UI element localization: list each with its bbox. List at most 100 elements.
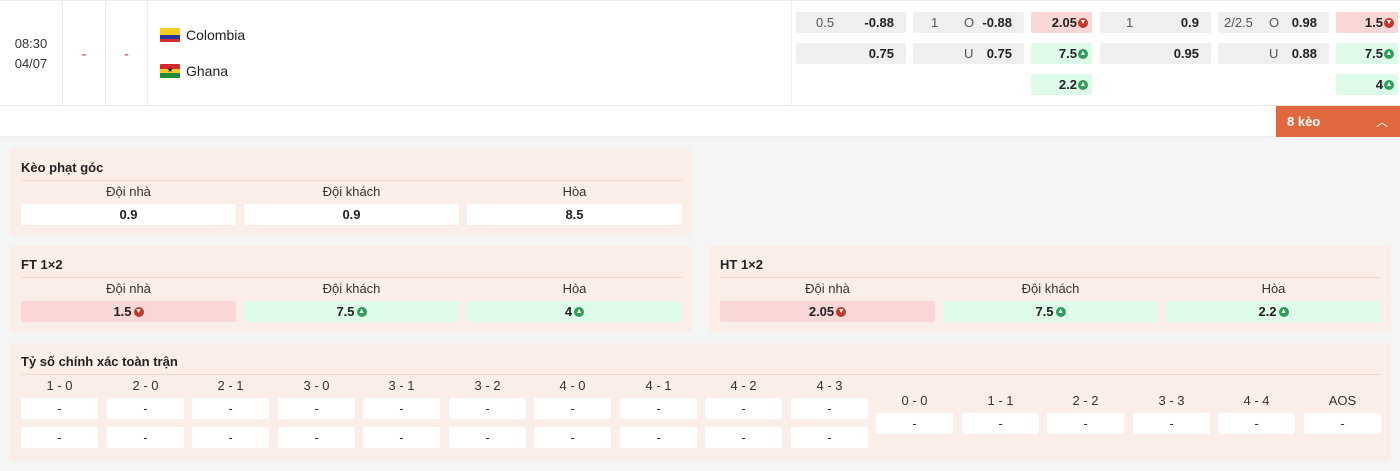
score-odds-cell[interactable]: - <box>1304 413 1381 434</box>
panel-divider <box>720 277 1381 278</box>
ht-under-label: U <box>1269 46 1279 61</box>
ft-1x2-panel: FT 1×2 Đội nhà Đội khách Hòa 1.5 ▼ 7.5 ▲ 4… <box>10 246 692 332</box>
ht-under-value: 0.88 <box>1291 46 1317 61</box>
ft-panel-home-odds[interactable]: 1.5 ▼ <box>21 301 236 322</box>
corner-header-draw: Hòa <box>562 184 587 199</box>
score-odds-cell[interactable]: - <box>705 427 782 448</box>
arrow-up-icon: ▲ <box>1384 48 1394 59</box>
score-odds-cell[interactable]: - <box>449 398 526 419</box>
score-odds-cell[interactable]: - <box>534 427 611 448</box>
ht-handicap-home-value: 0.9 <box>1180 15 1199 30</box>
panel-divider <box>21 180 682 181</box>
arrow-up-icon: ▲ <box>1078 48 1088 59</box>
ht-panel-draw-value: 2.2 <box>1258 304 1277 319</box>
score-odds-cell[interactable]: - <box>107 427 184 448</box>
score-odds-cell[interactable]: - <box>620 427 697 448</box>
score-odds-cell[interactable]: - <box>791 398 868 419</box>
ht-handicap-away-odds[interactable]: 0.95 <box>1100 43 1211 64</box>
ht-under-odds[interactable]: U 0.88 <box>1218 43 1329 64</box>
score-header: 3 - 3 <box>1158 393 1185 408</box>
odds-area: 0.5 -0.88 0.75 1 O -0.88 U 0.75 2.05 ▼ 7.… <box>792 1 1400 107</box>
ft-under-odds[interactable]: U 0.75 <box>913 43 1024 64</box>
ht-header-away: Đội khách <box>1021 281 1080 296</box>
ft-header-home: Đội nhà <box>106 281 151 296</box>
corner-draw-odds[interactable]: 8.5 <box>467 204 682 225</box>
arrow-up-icon: ▲ <box>1078 79 1088 90</box>
score-odds-cell[interactable]: - <box>21 427 98 448</box>
corner-draw-value: 8.5 <box>565 207 584 222</box>
corner-header-home: Đội nhà <box>106 184 151 199</box>
ft-1x2-draw-value: 2.2 <box>1058 77 1077 92</box>
score-odds-cell[interactable]: - <box>705 398 782 419</box>
ft-1x2-home-value: 2.05 <box>1051 15 1077 30</box>
corner-home-odds[interactable]: 0.9 <box>21 204 236 225</box>
score-odds-cell[interactable]: - <box>449 427 526 448</box>
score-odds-cell[interactable]: - <box>278 427 355 448</box>
ht-panel-draw-odds[interactable]: 2.2 ▲ <box>1166 301 1381 322</box>
ht-1x2-home-odds[interactable]: 1.5 ▼ <box>1336 12 1398 33</box>
ft-handicap-home-odds[interactable]: 0.5 -0.88 <box>796 12 906 33</box>
ht-over-value: 0.98 <box>1291 15 1317 30</box>
ft-handicap-away-odds[interactable]: 0.75 <box>796 43 906 64</box>
ht-header-home: Đội nhà <box>805 281 850 296</box>
ht-over-odds[interactable]: 2/2.5 O 0.98 <box>1218 12 1329 33</box>
ft-over-label: O <box>964 15 975 30</box>
arrow-down-icon: ▼ <box>1078 17 1088 28</box>
score-odds-cell[interactable]: - <box>1133 413 1210 434</box>
ft-1x2-home-odds[interactable]: 2.05 ▼ <box>1031 12 1092 33</box>
score-odds-cell[interactable]: - <box>363 427 440 448</box>
panel-divider <box>21 374 1381 375</box>
corner-odds-panel: Kèo phạt góc Đội nhà Đội khách Hòa 0.9 0… <box>10 149 692 235</box>
score-odds-cell[interactable]: - <box>278 398 355 419</box>
expand-bar: 8 kèo ︿ <box>0 106 1400 137</box>
ht-ou-line: 2/2.5 <box>1224 15 1253 30</box>
home-team[interactable]: Colombia <box>160 27 245 43</box>
ht-panel-away-odds[interactable]: 7.5 ▲ <box>943 301 1158 322</box>
corner-away-value: 0.9 <box>342 207 361 222</box>
ht-1x2-away-odds[interactable]: 7.5 ▲ <box>1336 43 1398 64</box>
teams-cell: Colombia ★ Ghana <box>148 1 792 107</box>
ht-panel-home-odds[interactable]: 2.05 ▼ <box>720 301 935 322</box>
match-row[interactable]: 08:30 04/07 - - Colombia ★ Ghana 0.5 -0.… <box>0 0 1400 107</box>
ht-header-draw: Hòa <box>1261 281 1286 296</box>
ht-handicap-away-value: 0.95 <box>1173 46 1199 61</box>
score-header: 1 - 1 <box>987 393 1014 408</box>
ft-panel-away-odds[interactable]: 7.5 ▲ <box>244 301 459 322</box>
score-odds-cell[interactable]: - <box>791 427 868 448</box>
ft-ou-line: 1 <box>931 15 939 30</box>
ft-panel-draw-odds[interactable]: 4 ▲ <box>467 301 682 322</box>
score-odds-cell[interactable]: - <box>534 398 611 419</box>
score-odds-cell[interactable]: - <box>363 398 440 419</box>
odds-detail-area: Kèo phạt góc Đội nhà Đội khách Hòa 0.9 0… <box>0 137 1400 471</box>
score-header: 3 - 0 <box>303 378 330 393</box>
score-header: 4 - 2 <box>730 378 757 393</box>
score-odds-cell[interactable]: - <box>107 398 184 419</box>
more-odds-toggle-button[interactable]: 8 kèo ︿ <box>1276 106 1400 137</box>
score-odds-cell[interactable]: - <box>962 413 1039 434</box>
score-header: 3 - 1 <box>388 378 415 393</box>
away-team[interactable]: ★ Ghana <box>160 63 228 79</box>
ft-over-odds[interactable]: 1 O -0.88 <box>913 12 1024 33</box>
score-header: 0 - 0 <box>901 393 928 408</box>
ft-1x2-away-odds[interactable]: 7.5 ▲ <box>1031 43 1092 64</box>
arrow-up-icon: ▲ <box>1278 306 1289 317</box>
score-odds-cell[interactable]: - <box>1047 413 1124 434</box>
ft-handicap-away-value: 0.75 <box>868 46 894 61</box>
ht-1x2-draw-odds[interactable]: 4 ▲ <box>1336 74 1398 95</box>
ft-1x2-away-value: 7.5 <box>1058 46 1077 61</box>
away-team-name: Ghana <box>186 63 229 79</box>
score-odds-cell[interactable]: - <box>620 398 697 419</box>
score-odds-cell[interactable]: - <box>876 413 953 434</box>
ht-panel-title: HT 1×2 <box>720 257 763 272</box>
arrow-down-icon: ▼ <box>133 306 144 317</box>
ht-handicap-home-odds[interactable]: 1 0.9 <box>1100 12 1211 33</box>
score-odds-cell[interactable]: - <box>1218 413 1295 434</box>
score-odds-cell[interactable]: - <box>192 427 269 448</box>
score-header: 1 - 0 <box>46 378 73 393</box>
ft-1x2-draw-odds[interactable]: 2.2 ▲ <box>1031 74 1092 95</box>
corner-away-odds[interactable]: 0.9 <box>244 204 459 225</box>
match-date: 04/07 <box>14 56 48 71</box>
arrow-down-icon: ▼ <box>836 306 847 317</box>
score-odds-cell[interactable]: - <box>192 398 269 419</box>
score-odds-cell[interactable]: - <box>21 398 98 419</box>
